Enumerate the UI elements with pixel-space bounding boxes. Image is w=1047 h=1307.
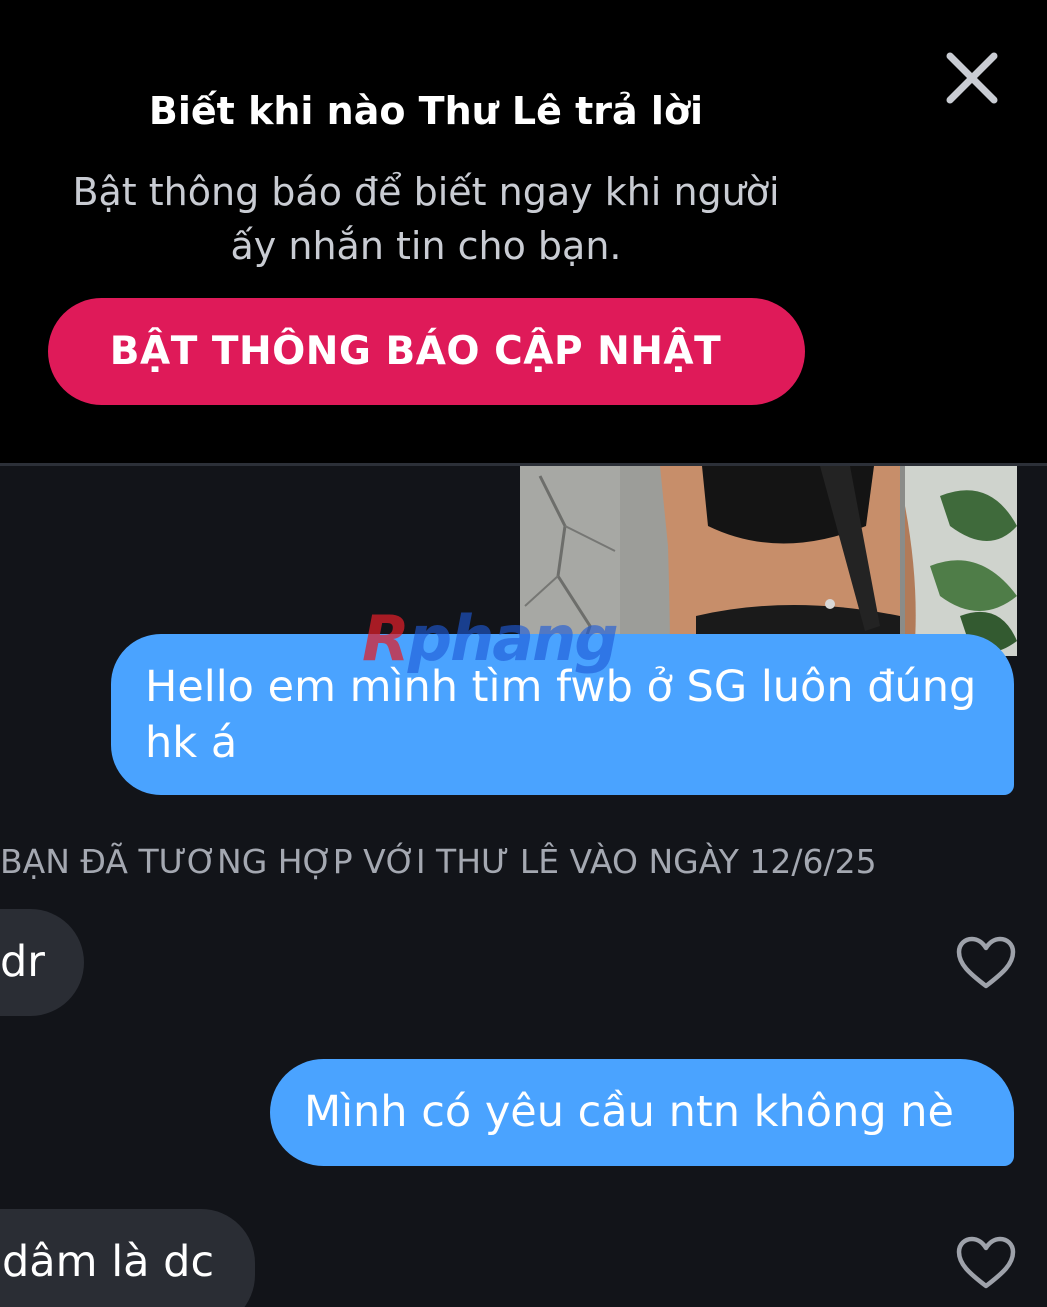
received-message-bubble[interactable]: dâm là dc	[0, 1209, 255, 1307]
banner-title: Biết khi nào Thư Lê trả lời	[148, 89, 704, 133]
banner-description-line: ấy nhắn tin cho bạn.	[230, 224, 622, 268]
heart-icon[interactable]	[955, 935, 1017, 991]
match-date-notice: BẠN ĐÃ TƯƠNG HỢP VỚI THƯ LÊ VÀO NGÀY 12/…	[0, 842, 877, 881]
heart-icon[interactable]	[955, 1235, 1017, 1291]
sent-message-bubble[interactable]: Hello em mình tìm fwb ở SG luôn đúng hk …	[111, 634, 1014, 795]
chat-screen: Biết khi nào Thư Lê trả lời Bật thông bá…	[0, 0, 1047, 1307]
received-message-bubble[interactable]: dr	[0, 909, 84, 1016]
close-icon[interactable]	[940, 46, 1004, 110]
banner-description-line: Bật thông báo để biết ngay khi người	[72, 170, 780, 214]
enable-notifications-button[interactable]: BẬT THÔNG BÁO CẬP NHẬT	[48, 298, 805, 405]
notification-banner: Biết khi nào Thư Lê trả lời Bật thông bá…	[0, 0, 1047, 463]
photo-thumbnail[interactable]	[520, 466, 1017, 656]
banner-description: Bật thông báo để biết ngay khi người ấy …	[40, 165, 812, 273]
sent-message-bubble[interactable]: Mình có yêu cầu ntn không nè	[270, 1059, 1014, 1166]
